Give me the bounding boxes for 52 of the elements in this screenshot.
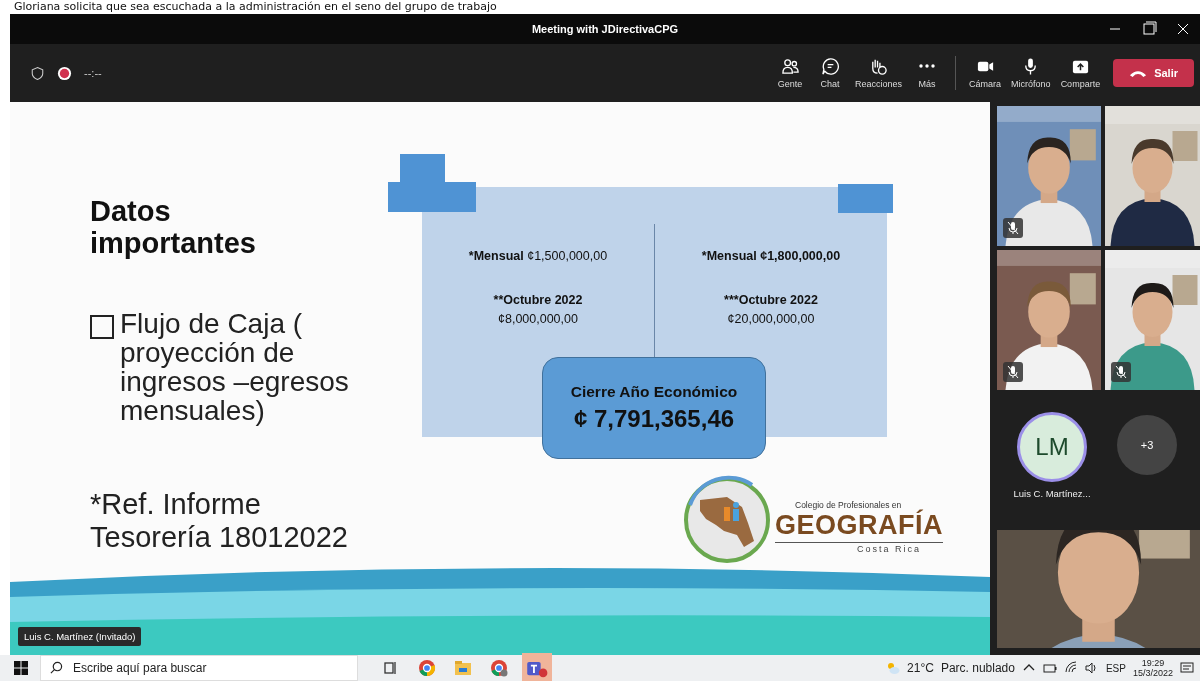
participant-name: Luis C. Martínez... <box>1013 488 1091 499</box>
reference-text: *Ref. Informe Tesorería 18012022 <box>90 488 349 554</box>
logo-caption: Costa Rica <box>857 544 921 554</box>
period-label: **Octubre 2022 <box>493 293 583 307</box>
mic-button[interactable]: Micrófono <box>1006 55 1056 91</box>
search-field[interactable]: Escribe aquí para buscar <box>40 655 358 681</box>
weather-text: Parc. nublado <box>940 661 1015 675</box>
total-label: Cierre Año Económico <box>570 383 738 401</box>
phone-icon <box>1129 68 1148 78</box>
battery-icon[interactable] <box>1042 661 1057 675</box>
share-button[interactable]: Comparte <box>1055 55 1106 91</box>
wifi-icon[interactable] <box>1063 661 1078 675</box>
more-button[interactable]: Más <box>907 55 948 91</box>
period-label: ***Octubre 2022 <box>724 293 818 307</box>
hand-icon <box>869 57 889 76</box>
temperature: 21°C <box>907 661 934 675</box>
leave-button[interactable]: Salir <box>1113 59 1194 87</box>
chat-icon <box>820 57 840 76</box>
language-indicator[interactable]: ESP <box>1105 662 1126 674</box>
accent-bar <box>838 184 893 213</box>
folder-icon[interactable] <box>454 659 472 677</box>
logo-subtitle: Colegio de Profesionales en <box>795 500 902 510</box>
chat-button[interactable]: Chat <box>810 55 851 91</box>
teams-icon[interactable] <box>522 653 552 681</box>
monthly-amount: *Mensual ¢1,500,000,00 <box>468 249 608 263</box>
browser-profile-icon[interactable] <box>490 659 508 677</box>
call-timer: --:-- <box>84 67 102 79</box>
clock[interactable]: 19:29 15/3/2022 <box>1132 658 1173 678</box>
presenter-tag: Luis C. Martínez (Invitado) <box>18 627 142 646</box>
plus-icon <box>388 154 476 212</box>
people-icon <box>780 57 800 76</box>
total-amount: ¢ 7,791,365,46 <box>573 405 735 433</box>
caption-text: Gloriana solicita que sea escuchada a la administración en el seno del grupo de trabajo <box>14 0 497 14</box>
reactions-button[interactable]: Reacciones <box>850 55 908 91</box>
browser-icon[interactable] <box>418 659 436 677</box>
shield-icon <box>30 65 45 81</box>
windows-logo-icon[interactable] <box>14 661 28 675</box>
logo-name: GEOGRAFÍA <box>775 510 943 543</box>
avatar[interactable]: LM <box>1017 412 1087 482</box>
period-amount: ¢20,000,000,00 <box>727 312 815 326</box>
period-amount: ¢8,000,000,00 <box>498 312 578 326</box>
bullet-text: Flujo de Caja ( proyección de ingresos –egresos mensuales) <box>120 309 350 425</box>
more-participants[interactable]: +3 <box>1117 415 1177 475</box>
monthly-amount: *Mensual ¢1,800,000,00 <box>701 249 841 263</box>
window-title: Meeting with JDirectivaCPG <box>531 23 679 35</box>
more-icon <box>919 64 936 68</box>
camera-button[interactable]: Cámara <box>964 55 1007 91</box>
bullet-icon <box>90 315 114 339</box>
speaker-icon[interactable] <box>1084 661 1099 675</box>
slide-title: Datos importantes <box>90 195 257 259</box>
notification-icon[interactable] <box>1180 661 1194 675</box>
people-button[interactable]: Gente <box>770 55 811 91</box>
